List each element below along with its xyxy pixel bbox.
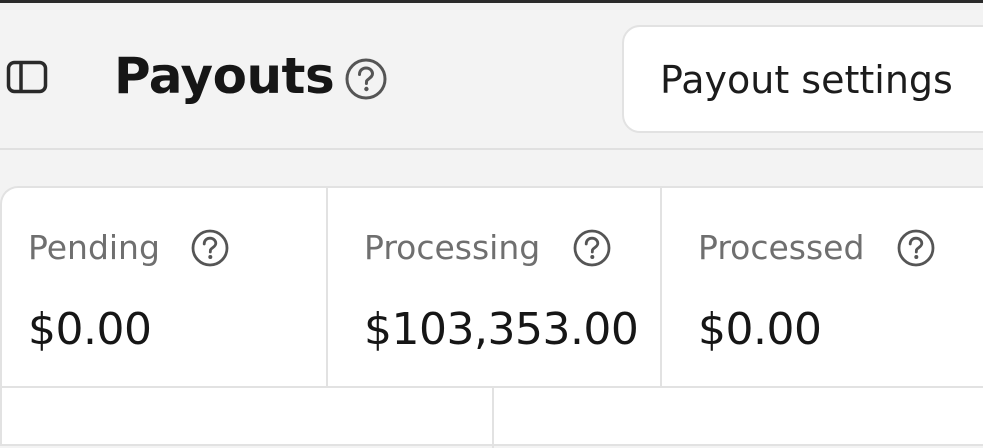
stats-row: Pending $0.00 Processing $103,353.00 Pro… bbox=[2, 188, 983, 388]
stat-pending: Pending $0.00 bbox=[2, 188, 328, 388]
header-divider bbox=[0, 148, 983, 150]
page-header: Payouts Payout settings bbox=[0, 3, 983, 149]
payout-settings-button[interactable]: Payout settings bbox=[622, 25, 983, 133]
question-circle-icon[interactable] bbox=[344, 57, 388, 101]
stat-value: $0.00 bbox=[28, 304, 152, 355]
question-circle-icon[interactable] bbox=[572, 228, 612, 268]
payout-settings-label: Payout settings bbox=[660, 58, 953, 102]
sidebar-toggle-icon[interactable] bbox=[6, 60, 48, 94]
stat-processing: Processing $103,353.00 bbox=[328, 188, 662, 388]
stat-label: Pending bbox=[28, 228, 160, 267]
stat-value: $0.00 bbox=[698, 304, 822, 355]
stat-processed: Processed $0.00 bbox=[662, 188, 983, 388]
page-title: Payouts bbox=[114, 47, 335, 105]
stat-value: $103,353.00 bbox=[364, 304, 639, 355]
question-circle-icon[interactable] bbox=[896, 228, 936, 268]
stat-label: Processed bbox=[698, 228, 865, 267]
lower-row-divider bbox=[492, 388, 494, 448]
stat-label: Processing bbox=[364, 228, 541, 267]
payout-stats-card: Pending $0.00 Processing $103,353.00 Pro… bbox=[0, 186, 983, 448]
question-circle-icon[interactable] bbox=[190, 228, 230, 268]
